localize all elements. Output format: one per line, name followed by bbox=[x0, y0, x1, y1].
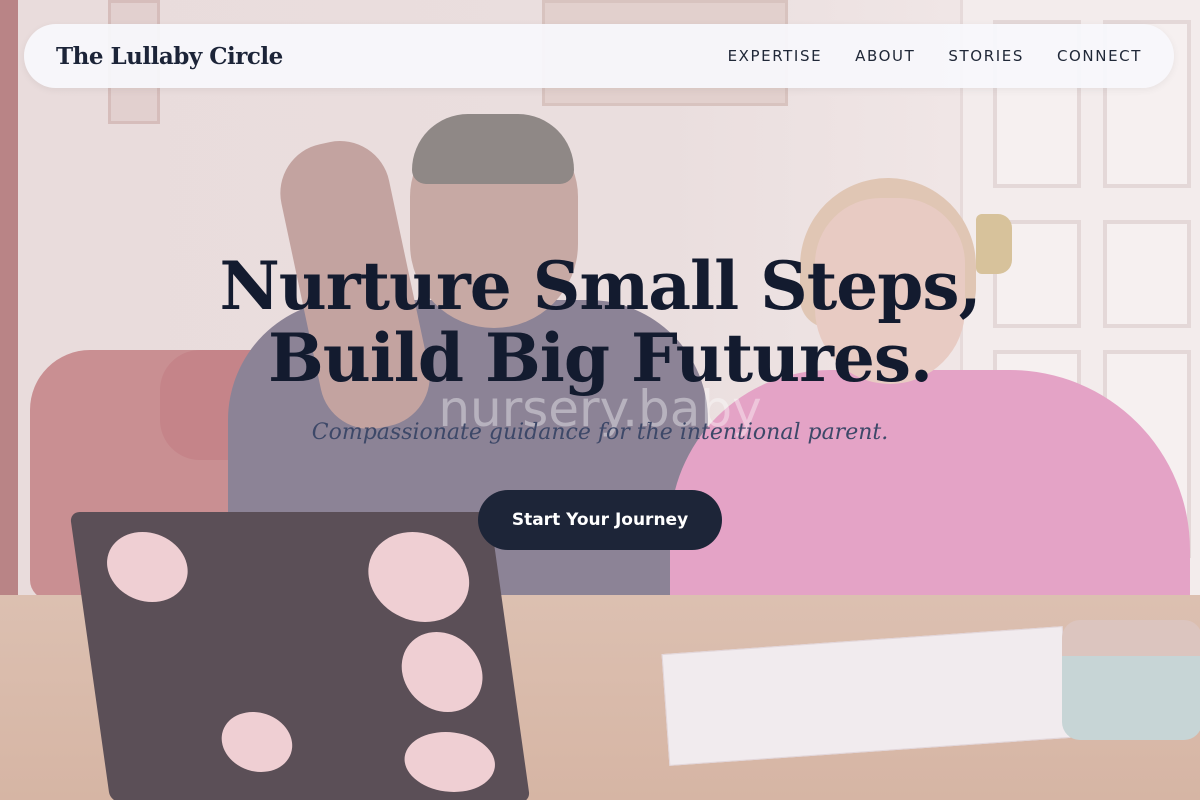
man-hair bbox=[412, 114, 574, 184]
flower-decoration bbox=[362, 532, 476, 622]
nav-link-connect[interactable]: CONNECT bbox=[1057, 47, 1142, 65]
brand-logo-text[interactable]: The Lullaby Circle bbox=[56, 43, 283, 70]
flower-decoration bbox=[102, 532, 193, 602]
flower-decoration bbox=[217, 712, 297, 772]
hero-title: Nurture Small Steps, Build Big Futures. bbox=[0, 250, 1200, 394]
flower-decoration bbox=[400, 732, 499, 792]
hero-tagline: Compassionate guidance for the intention… bbox=[311, 420, 889, 445]
hero-heading-block: Nurture Small Steps, Build Big Futures. bbox=[0, 250, 1200, 394]
floral-laptop bbox=[69, 512, 531, 800]
nav-link-stories[interactable]: STORIES bbox=[948, 47, 1024, 65]
top-navigation-bar: The Lullaby Circle EXPERTISE ABOUT STORI… bbox=[24, 24, 1174, 88]
nav-link-expertise[interactable]: EXPERTISE bbox=[728, 47, 823, 65]
flower-decoration bbox=[396, 632, 488, 712]
nav-link-about[interactable]: ABOUT bbox=[855, 47, 915, 65]
start-journey-button[interactable]: Start Your Journey bbox=[478, 490, 722, 550]
nav-menu: EXPERTISE ABOUT STORIES CONNECT bbox=[728, 47, 1142, 65]
hero-title-line-1: Nurture Small Steps, bbox=[219, 247, 981, 325]
pencil-case bbox=[1062, 620, 1200, 740]
